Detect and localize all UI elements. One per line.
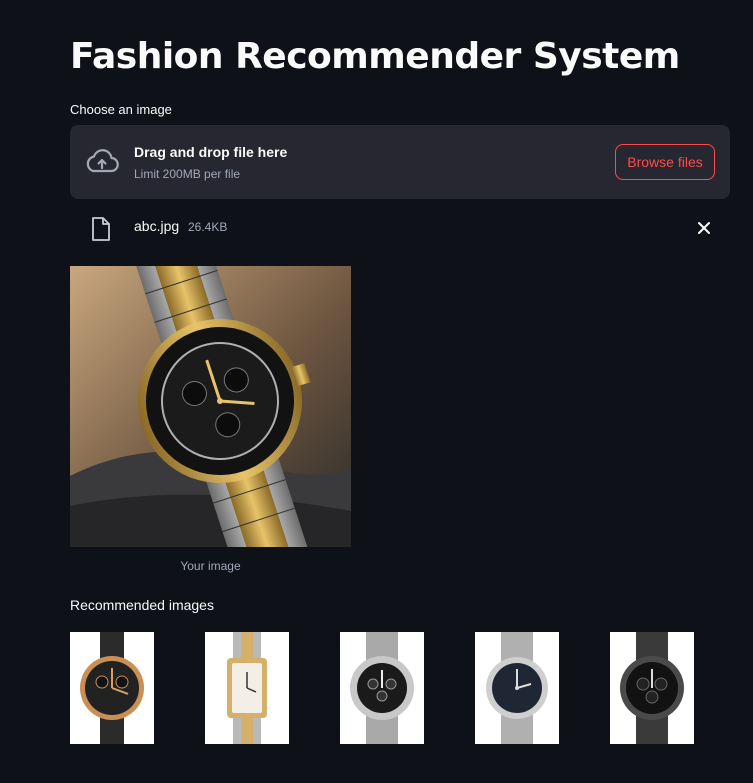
recommended-image (610, 632, 694, 744)
uploaded-image-preview (70, 266, 351, 547)
uploaded-file-name: abc.jpg (134, 218, 180, 234)
recommended-image (340, 632, 424, 744)
watch-photo (70, 266, 351, 547)
dropzone-limit: Limit 200MB per file (134, 167, 241, 181)
file-icon (92, 217, 110, 241)
page-title: Fashion Recommender System (70, 36, 680, 77)
recommendations-heading: Recommended images (70, 597, 214, 613)
recommendations-grid (70, 632, 730, 744)
uploaded-file-row: abc.jpg 26.4KB (70, 212, 730, 244)
main-container: Fashion Recommender System Choose an ima… (70, 0, 730, 783)
cloud-upload-icon (86, 149, 119, 173)
recommended-image (70, 632, 154, 744)
dropzone-instructions: Drag and drop file here (134, 144, 288, 160)
browse-files-button[interactable]: Browse files (615, 144, 715, 180)
recommended-image (475, 632, 559, 744)
file-dropzone[interactable]: Drag and drop file here Limit 200MB per … (70, 125, 730, 199)
close-icon[interactable] (696, 220, 712, 236)
recommended-image (205, 632, 289, 744)
uploader-label: Choose an image (70, 102, 172, 117)
image-caption: Your image (180, 559, 241, 573)
uploaded-file-size: 26.4KB (188, 220, 228, 234)
